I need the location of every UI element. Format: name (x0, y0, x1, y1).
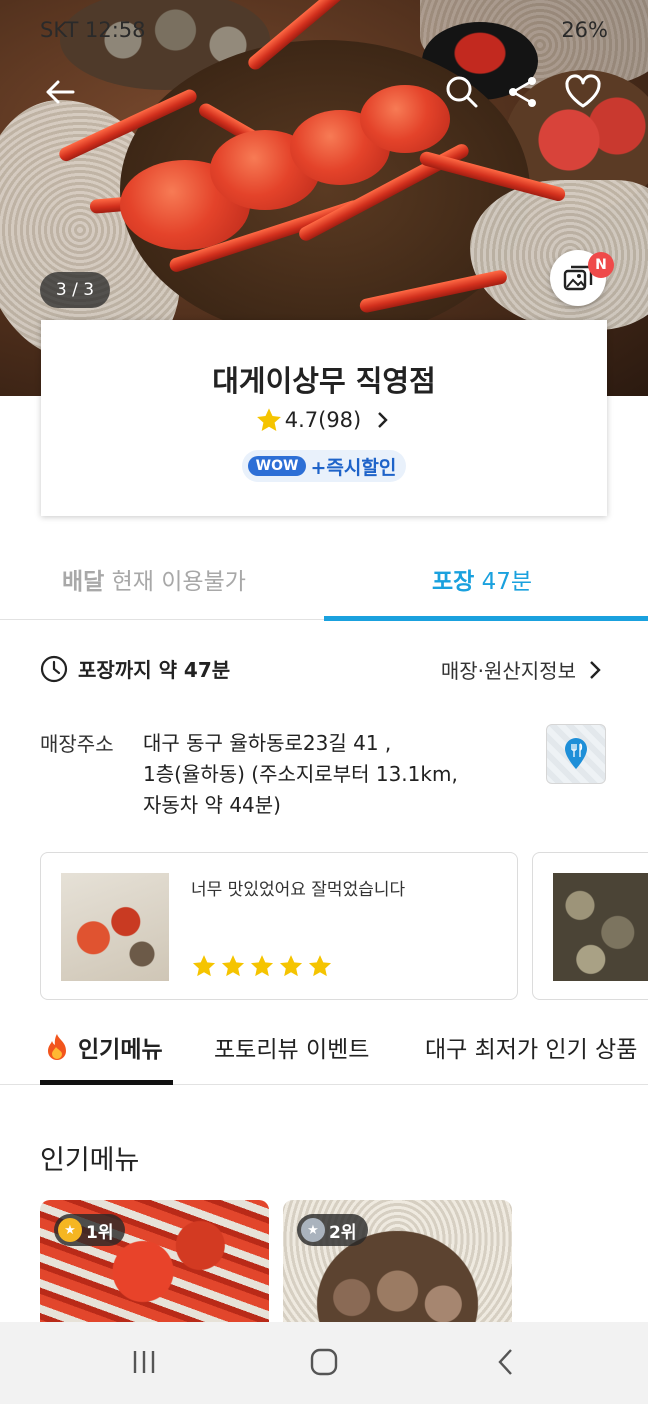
status-battery: 26% (561, 18, 608, 42)
menu-tab-popular[interactable]: 인기메뉴 (42, 1030, 163, 1064)
address-line: 자동차 약 44분) (143, 793, 281, 817)
address-label: 매장주소 (40, 732, 114, 756)
recent-apps-button[interactable] (124, 1342, 164, 1382)
instant-discount-label: +즉시할인 (310, 456, 397, 479)
search-button[interactable] (442, 72, 482, 112)
address-text: 대구 동구 율하동로23길 41 , 1층(율하동) (주소지로부터 13.1k… (143, 728, 523, 821)
wow-label: WOW (247, 456, 307, 476)
home-button[interactable] (304, 1342, 344, 1382)
rank-label: 2위 (329, 1222, 357, 1243)
star-icon (192, 955, 216, 977)
image-counter: 3 / 3 (40, 272, 110, 308)
store-info-card: 대게이상무 직영점 4.7(98) WOW +즉시할인 (41, 320, 607, 516)
map-button[interactable] (546, 724, 606, 784)
heart-icon (565, 74, 601, 108)
review-photo (61, 873, 169, 981)
review-stars (191, 953, 333, 979)
popular-menu-item[interactable]: ★ 1위 (40, 1200, 269, 1330)
address-line: 대구 동구 율하동로23길 41 , (143, 731, 392, 755)
wow-discount-badge: WOW +즉시할인 (241, 450, 407, 482)
store-name: 대게이상무 직영점 (212, 364, 436, 398)
clock-icon (40, 655, 68, 682)
rating-value: 4.7(98) (284, 408, 362, 432)
pickup-time-row: 포장까지 약 47분 (40, 654, 230, 683)
address-line: 1층(율하동) (주소지로부터 13.1km, (143, 762, 458, 786)
tab-delivery-status: 현재 이용불가 (111, 569, 246, 595)
rating-link[interactable]: 4.7(98) (41, 406, 607, 434)
favorite-button[interactable] (563, 72, 603, 112)
arrow-left-icon (46, 80, 75, 104)
review-photo (553, 873, 648, 981)
fire-icon (48, 1034, 66, 1060)
review-card[interactable] (532, 852, 648, 1000)
section-title: 인기메뉴 (40, 1145, 140, 1176)
map-pin-restaurant-icon (565, 738, 587, 769)
system-navigation-bar (0, 1322, 648, 1404)
search-icon (446, 76, 478, 108)
star-icon (221, 955, 245, 977)
home-icon (310, 1348, 338, 1376)
order-type-tabs: 배달 현재 이용불가 포장 47분 (0, 540, 648, 620)
crab-shell (360, 85, 450, 153)
popular-menu-item[interactable]: ★ 2위 (283, 1200, 512, 1330)
tab-delivery-label: 배달 (62, 569, 105, 595)
active-tab-indicator (324, 616, 648, 621)
menu-tab-popular-label: 인기메뉴 (78, 1037, 163, 1063)
menu-tab-lowest-price[interactable]: 대구 최저가 인기 상품 (425, 1030, 637, 1064)
chevron-left-icon (498, 1349, 512, 1375)
status-time: SKT 12:58 (40, 18, 146, 42)
share-button[interactable] (503, 72, 543, 112)
store-origin-info-link[interactable]: 매장·원산지정보 (441, 655, 604, 684)
tab-delivery[interactable]: 배달 현재 이용불가 (62, 562, 246, 596)
rank-badge: ★ 1위 (54, 1214, 126, 1246)
menu-category-tabs: 인기메뉴 포토리뷰 이벤트 대구 최저가 인기 상품 (0, 1010, 648, 1085)
pickup-time-text: 포장까지 약 47분 (78, 658, 231, 682)
store-origin-info-label: 매장·원산지정보 (440, 659, 576, 683)
back-button[interactable] (40, 72, 80, 112)
tab-pickup-time: 47분 (481, 569, 533, 595)
star-icon (308, 955, 332, 977)
chevron-right-icon (378, 412, 388, 428)
review-card[interactable]: 너무 맛있었어요 잘먹었습니다 (40, 852, 518, 1000)
rank-label: 1위 (86, 1222, 114, 1243)
rank-badge: ★ 2위 (297, 1214, 369, 1246)
review-text: 너무 맛있었어요 잘먹었습니다 (191, 880, 406, 900)
tab-pickup-label: 포장 (432, 569, 475, 595)
tab-pickup[interactable]: 포장 47분 (432, 562, 532, 596)
silver-medal-icon: ★ (301, 1218, 325, 1242)
new-badge: N (588, 252, 614, 278)
active-menu-tab-indicator (40, 1080, 173, 1085)
back-nav-button[interactable] (486, 1342, 526, 1382)
star-icon (279, 955, 303, 977)
star-icon (250, 955, 274, 977)
lace-cloth (470, 180, 648, 330)
share-icon (509, 77, 536, 107)
recent-apps-icon (133, 1351, 155, 1373)
star-icon (256, 408, 281, 431)
menu-tab-photo-review-event[interactable]: 포토리뷰 이벤트 (214, 1030, 369, 1064)
gold-medal-icon: ★ (58, 1218, 82, 1242)
chevron-right-icon (590, 660, 601, 679)
